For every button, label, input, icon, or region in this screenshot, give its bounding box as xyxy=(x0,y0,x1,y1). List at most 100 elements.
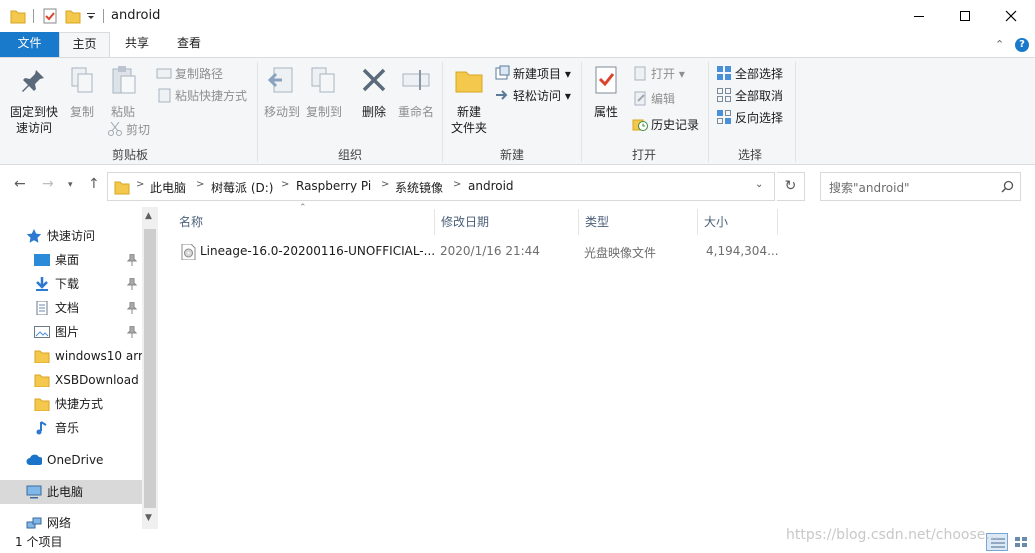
nav-desktop[interactable]: 桌面 xyxy=(0,248,142,272)
nav-folder-shortcuts[interactable]: 快捷方式 xyxy=(0,392,142,416)
address-bar[interactable]: > 此电脑 > 树莓派 (D:) > Raspberry Pi > 系统镜像 >… xyxy=(107,172,775,201)
nav-downloads[interactable]: 下载 xyxy=(0,272,142,296)
scroll-thumb[interactable] xyxy=(144,229,156,508)
properties-button[interactable]: 属性 xyxy=(588,64,624,120)
group-label-select: 选择 xyxy=(737,148,762,162)
customize-toolbar-icon[interactable] xyxy=(86,7,96,25)
divider xyxy=(708,62,709,162)
recent-locations-button[interactable]: ▾ xyxy=(68,180,73,190)
search-input[interactable]: 搜索"android" xyxy=(820,172,1021,201)
nav-this-pc[interactable]: 此电脑 xyxy=(0,480,142,504)
disc-image-icon xyxy=(181,244,196,260)
tab-view[interactable]: 查看 xyxy=(165,32,213,57)
back-button[interactable]: ← xyxy=(14,176,26,192)
breadcrumb-system-image[interactable]: 系统镜像 xyxy=(395,179,443,196)
history-button[interactable]: 历史记录 xyxy=(632,115,699,135)
close-button[interactable] xyxy=(988,0,1034,32)
nav-documents[interactable]: 文档 xyxy=(0,296,142,320)
invert-selection-button[interactable]: 反向选择 xyxy=(716,108,783,128)
up-button[interactable]: ↑ xyxy=(88,176,100,192)
column-header-name[interactable]: 名称 xyxy=(172,212,434,236)
divider xyxy=(257,62,258,162)
chevron-right-icon[interactable]: > xyxy=(281,179,289,190)
help-icon[interactable]: ? xyxy=(1015,38,1029,52)
star-icon xyxy=(26,229,42,243)
watermark: https://blog.csdn.net/choose... xyxy=(786,527,999,543)
select-all-button[interactable]: 全部选择 xyxy=(716,64,783,84)
scroll-down-icon[interactable]: ▼ xyxy=(145,513,152,523)
breadcrumb-this-pc[interactable]: 此电脑 xyxy=(150,179,186,196)
search-placeholder: 搜索"android" xyxy=(829,181,910,195)
copy-to-button[interactable]: 复制到 xyxy=(304,64,344,120)
new-folder-button[interactable]: 新建 文件夹 xyxy=(449,64,489,136)
easy-access-button[interactable]: 轻松访问 ▾ xyxy=(494,86,571,106)
copy-to-icon xyxy=(311,67,335,93)
new-item-icon xyxy=(495,65,510,80)
cut-button[interactable]: 剪切 xyxy=(107,120,150,140)
copy-icon xyxy=(71,67,93,93)
folder-icon xyxy=(34,374,50,387)
download-icon xyxy=(36,277,48,291)
folder-icon xyxy=(10,10,26,24)
select-none-icon xyxy=(717,88,731,102)
group-label-organize: 组织 xyxy=(337,148,362,162)
maximize-icon xyxy=(960,11,970,21)
paste-shortcut-button[interactable]: 粘贴快捷方式 xyxy=(156,86,247,106)
nav-scrollbar[interactable]: ▲ ▼ xyxy=(142,207,158,529)
open-button[interactable]: 打开 ▾ xyxy=(632,64,685,84)
minimize-button[interactable] xyxy=(896,0,942,32)
pin-quick-access-button[interactable]: 固定到快 速访问 xyxy=(6,64,62,136)
nav-quick-access[interactable]: 快速访问 xyxy=(0,224,142,248)
file-row[interactable]: Lineage-16.0-20200116-UNOFFICIAL-... 202… xyxy=(172,241,779,263)
nav-music[interactable]: 音乐 xyxy=(0,416,142,440)
properties-check-icon[interactable] xyxy=(42,7,58,25)
divider[interactable] xyxy=(777,209,778,235)
file-date: 2020/1/16 21:44 xyxy=(440,244,540,258)
chevron-right-icon[interactable]: > xyxy=(136,179,144,190)
nav-onedrive[interactable]: OneDrive xyxy=(0,448,142,472)
chevron-down-icon[interactable]: ⌄ xyxy=(755,179,763,190)
chevron-right-icon[interactable]: > xyxy=(453,179,461,190)
move-to-icon xyxy=(267,67,293,93)
group-label-clipboard: 剪贴板 xyxy=(111,148,148,162)
nav-pictures[interactable]: 图片 xyxy=(0,320,142,344)
computer-icon xyxy=(26,485,42,499)
breadcrumb-android[interactable]: android xyxy=(468,179,514,193)
chevron-right-icon[interactable]: > xyxy=(381,179,389,190)
maximize-button[interactable] xyxy=(942,0,988,32)
tab-home[interactable]: 主页 xyxy=(59,32,110,57)
rename-icon xyxy=(402,70,430,90)
tab-file[interactable]: 文件 xyxy=(0,32,59,57)
breadcrumb-raspberry-pi[interactable]: Raspberry Pi xyxy=(296,179,371,193)
select-none-button[interactable]: 全部取消 xyxy=(716,86,783,106)
delete-button[interactable]: 删除 xyxy=(356,64,392,120)
group-label-new: 新建 xyxy=(499,148,524,162)
pin-icon xyxy=(127,254,137,266)
divider xyxy=(795,62,796,162)
scroll-up-icon[interactable]: ▲ xyxy=(145,211,152,221)
forward-button[interactable]: → xyxy=(42,176,54,192)
column-header-date[interactable]: 修改日期 xyxy=(434,212,578,236)
nav-folder-xsbdownload[interactable]: XSBDownload xyxy=(0,368,142,392)
new-item-button[interactable]: 新建项目 ▾ xyxy=(494,64,571,84)
column-header-size[interactable]: 大小 xyxy=(697,212,777,236)
collapse-ribbon-icon[interactable]: ⌃ xyxy=(995,38,1004,51)
column-header-type[interactable]: 类型 xyxy=(578,212,697,236)
copy-button[interactable]: 复制 xyxy=(64,64,100,120)
select-all-icon xyxy=(717,66,731,80)
new-folder-icon[interactable] xyxy=(65,7,81,25)
tab-share[interactable]: 共享 xyxy=(113,32,161,57)
edit-button[interactable]: 编辑 xyxy=(632,89,675,109)
copy-path-button[interactable]: 复制路径 xyxy=(156,64,223,84)
move-to-button[interactable]: 移动到 xyxy=(262,64,302,120)
refresh-button[interactable]: ↻ xyxy=(777,172,805,201)
chevron-right-icon[interactable]: > xyxy=(196,179,204,190)
rename-button[interactable]: 重命名 xyxy=(396,64,436,120)
paste-button[interactable]: 粘贴 xyxy=(103,64,143,120)
breadcrumb-drive[interactable]: 树莓派 (D:) xyxy=(211,179,273,196)
file-name: Lineage-16.0-20200116-UNOFFICIAL-... xyxy=(200,244,436,258)
large-icons-view-icon[interactable] xyxy=(1010,533,1032,551)
desktop-icon xyxy=(34,254,50,266)
ribbon: 固定到快 速访问 复制 粘贴 复制路径 粘贴快捷方式 剪切 剪贴板 移动到 复制… xyxy=(0,57,1035,165)
nav-folder-windows10-arm[interactable]: windows10 arm xyxy=(0,344,142,368)
